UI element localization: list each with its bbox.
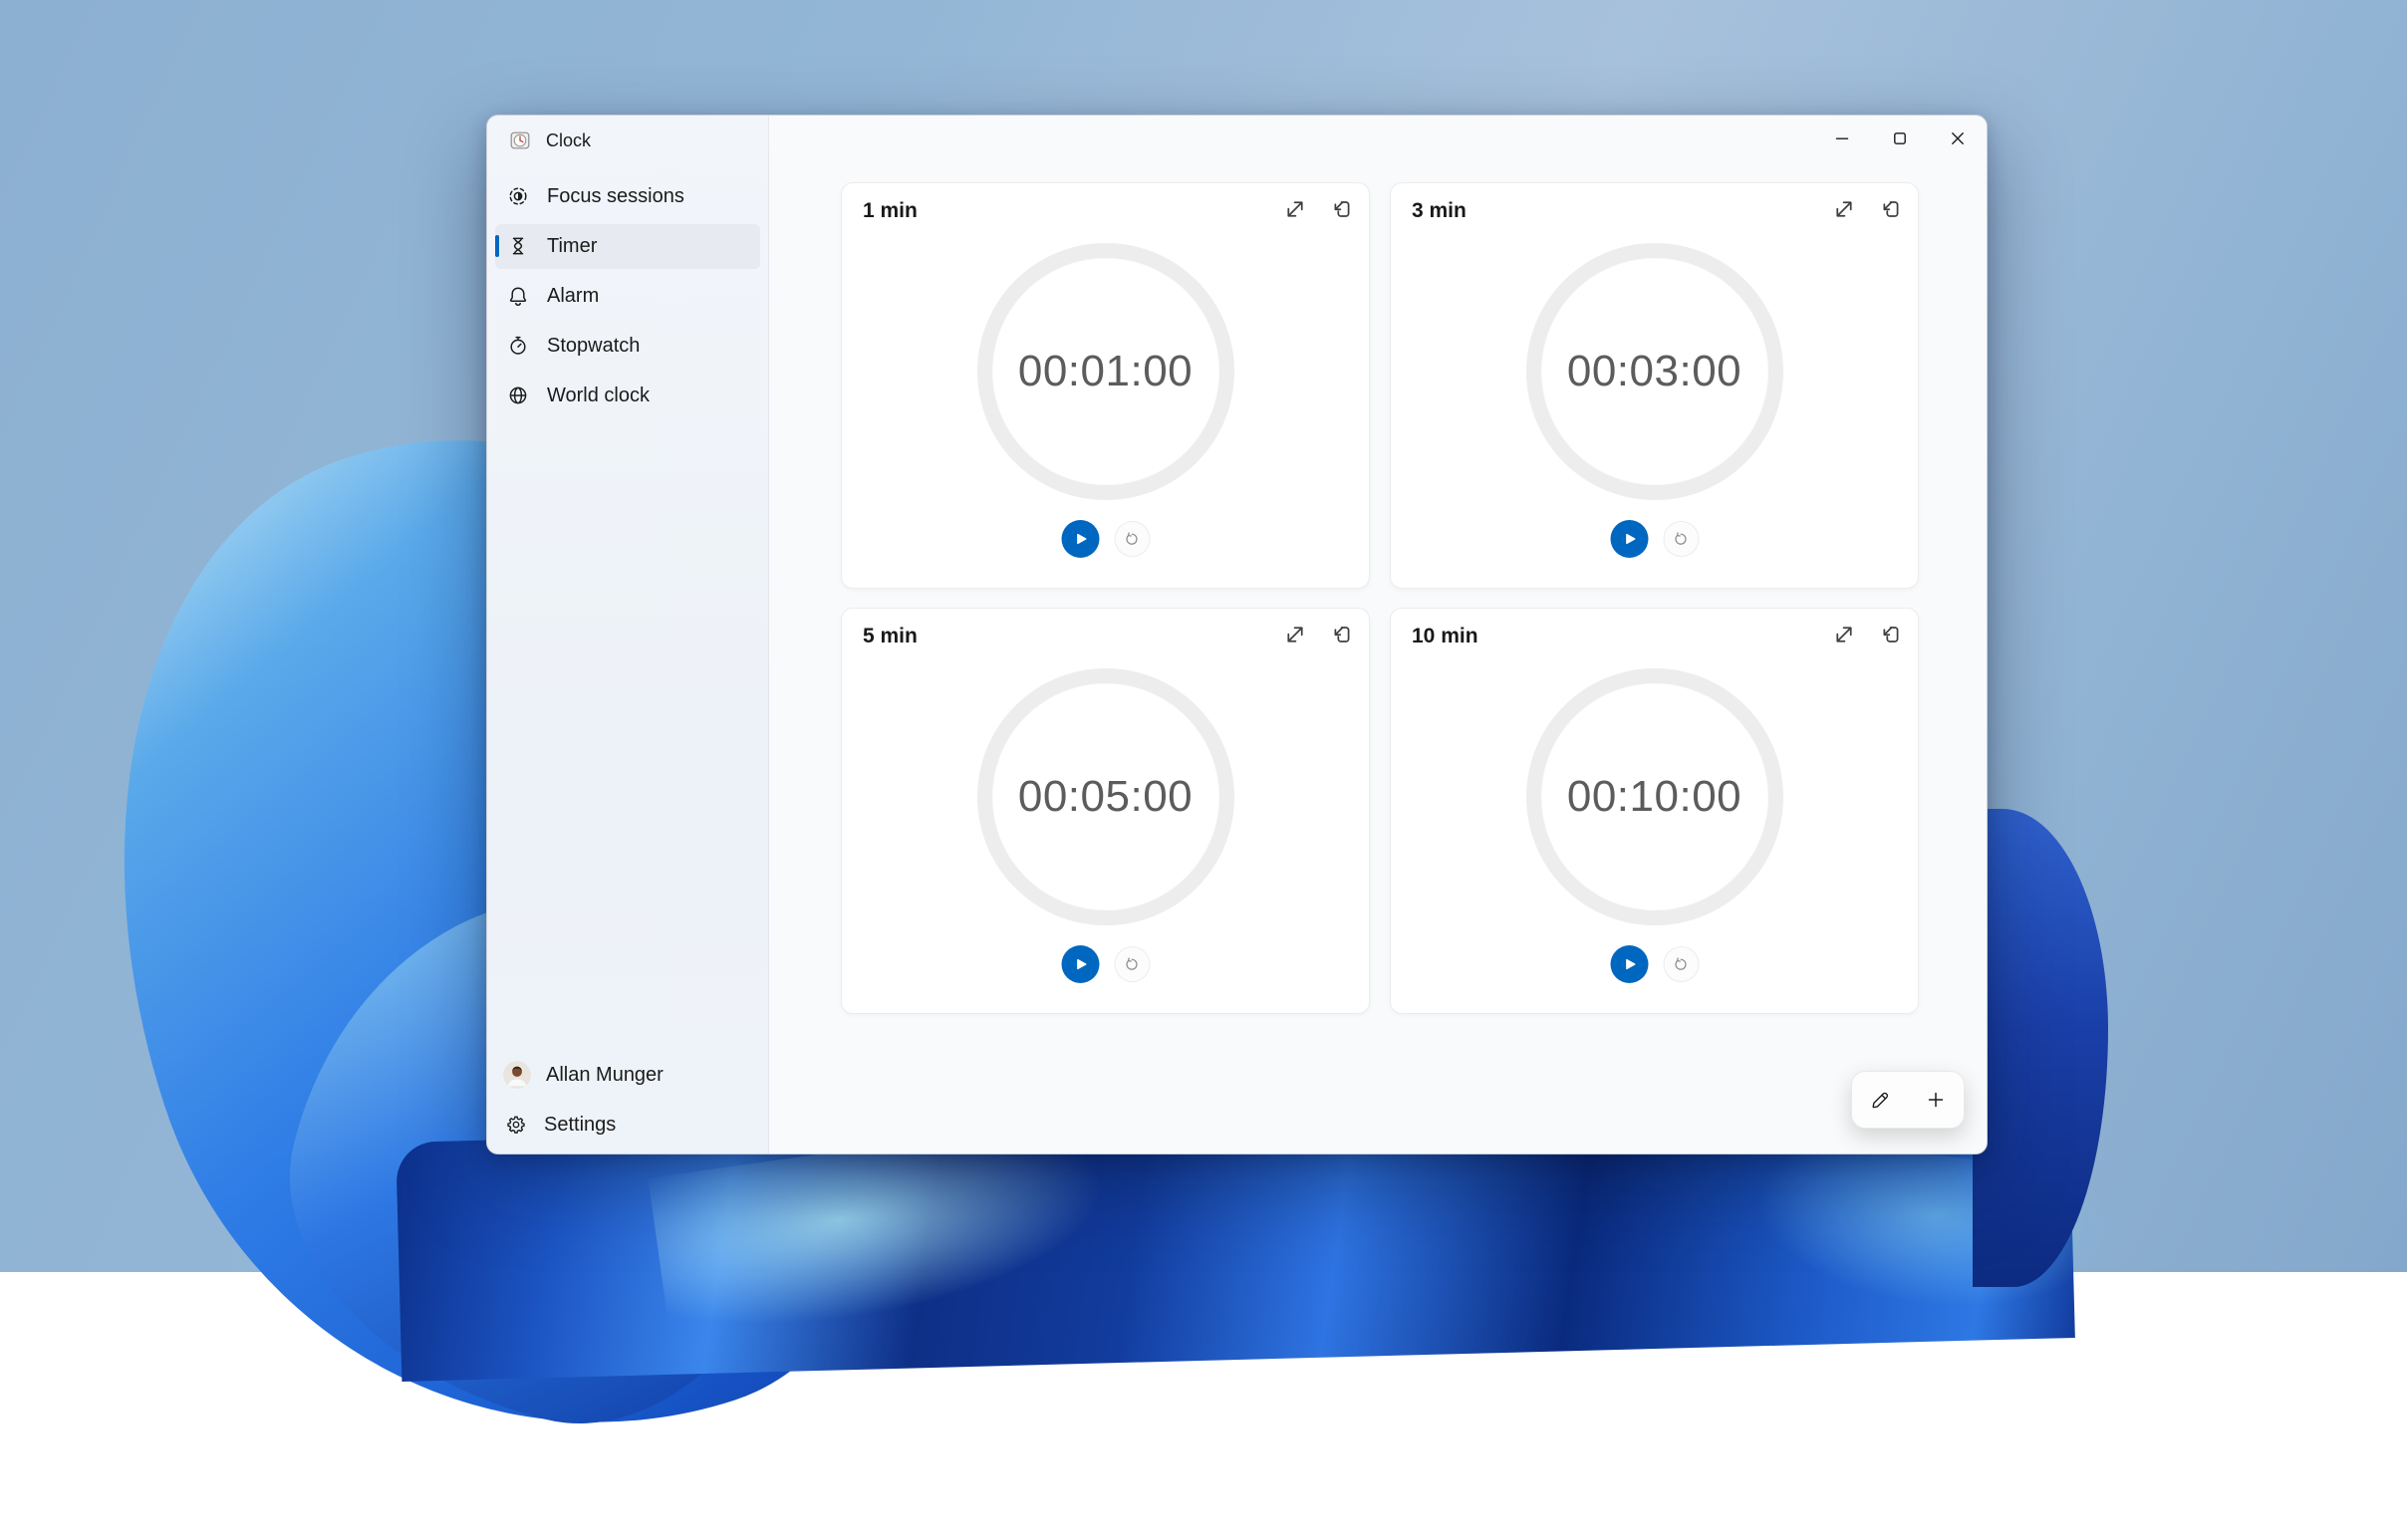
sidebar-item-label: Focus sessions <box>547 185 684 208</box>
sidebar-item-stopwatch[interactable]: Stopwatch <box>495 324 760 369</box>
expand-button[interactable] <box>1830 195 1858 223</box>
expand-icon <box>1831 622 1857 647</box>
play-icon <box>1620 955 1638 973</box>
timer-name: 1 min <box>863 199 918 223</box>
play-icon <box>1620 530 1638 548</box>
sidebar-item-settings[interactable]: Settings <box>495 1100 760 1150</box>
timer-card-actions <box>1830 621 1904 648</box>
timer-time-display: 00:01:00 <box>1018 347 1193 396</box>
timer-time-display: 00:03:00 <box>1567 347 1741 396</box>
reset-timer-button[interactable] <box>1663 946 1699 982</box>
reset-icon <box>1124 956 1141 973</box>
keep-on-top-icon <box>1328 622 1354 647</box>
start-timer-button[interactable] <box>1610 945 1648 983</box>
timer-card-actions <box>1281 621 1355 648</box>
globe-icon <box>505 383 531 408</box>
timer-controls <box>1061 520 1150 558</box>
timer-card-5min: 5 min 00:05:00 <box>841 608 1370 1014</box>
expand-button[interactable] <box>1281 621 1309 648</box>
sidebar-bottom: Allan Munger Settings <box>487 1050 768 1154</box>
focus-sessions-icon <box>505 183 531 209</box>
settings-label: Settings <box>544 1114 616 1137</box>
keep-on-top-icon <box>1877 196 1903 222</box>
expand-button[interactable] <box>1281 195 1309 223</box>
play-icon <box>1071 955 1089 973</box>
minimize-icon <box>1830 127 1854 150</box>
selected-accent-pill <box>495 235 499 257</box>
clock-app-icon <box>507 128 533 153</box>
user-profile-row[interactable]: Allan Munger <box>495 1050 760 1100</box>
reset-timer-button[interactable] <box>1663 521 1699 557</box>
window-caption-buttons <box>1813 116 1987 161</box>
timer-card-1min: 1 min 00:01:00 <box>841 182 1370 589</box>
avatar <box>503 1061 531 1089</box>
minimize-button[interactable] <box>1813 116 1871 161</box>
add-plus-icon <box>1924 1088 1948 1112</box>
sidebar-item-label: Alarm <box>547 285 599 308</box>
timer-controls <box>1610 520 1699 558</box>
expand-icon <box>1831 196 1857 222</box>
timer-card-3min: 3 min 00:03:00 <box>1390 182 1919 589</box>
clock-app-window: Clock Focus sessions <box>486 115 1988 1155</box>
start-timer-button[interactable] <box>1061 945 1099 983</box>
keep-on-top-icon <box>1328 196 1354 222</box>
reset-icon <box>1673 956 1690 973</box>
edit-pencil-icon <box>1868 1088 1892 1112</box>
user-name: Allan Munger <box>546 1064 664 1087</box>
timer-cards-grid: 1 min 00:01:00 <box>841 182 1919 1014</box>
play-icon <box>1071 530 1089 548</box>
reset-timer-button[interactable] <box>1114 521 1150 557</box>
expand-icon <box>1282 622 1308 647</box>
timer-name: 10 min <box>1412 625 1478 648</box>
gear-icon <box>503 1112 529 1138</box>
timer-progress-ring: 00:05:00 <box>977 668 1234 925</box>
close-button[interactable] <box>1929 116 1987 161</box>
hourglass-icon <box>505 233 531 259</box>
timer-footer-toolbar <box>1851 1071 1965 1129</box>
add-timer-button[interactable] <box>1908 1072 1964 1128</box>
sidebar-nav: Focus sessions Timer <box>487 171 768 420</box>
sidebar-item-label: World clock <box>547 385 650 407</box>
timer-progress-ring: 00:01:00 <box>977 243 1234 500</box>
expand-icon <box>1282 196 1308 222</box>
reset-icon <box>1124 531 1141 548</box>
start-timer-button[interactable] <box>1061 520 1099 558</box>
main-content: 1 min 00:01:00 <box>769 116 1987 1154</box>
maximize-icon <box>1888 127 1912 150</box>
timer-time-display: 00:05:00 <box>1018 772 1193 822</box>
sidebar-item-timer[interactable]: Timer <box>495 224 760 269</box>
timer-progress-ring: 00:03:00 <box>1526 243 1783 500</box>
expand-button[interactable] <box>1830 621 1858 648</box>
sidebar-item-label: Stopwatch <box>547 335 640 358</box>
timer-card-actions <box>1281 195 1355 223</box>
sidebar-item-label: Timer <box>547 235 597 258</box>
bell-icon <box>505 283 531 309</box>
edit-timers-button[interactable] <box>1852 1072 1908 1128</box>
keep-on-top-button[interactable] <box>1876 621 1904 648</box>
reset-timer-button[interactable] <box>1114 946 1150 982</box>
keep-on-top-button[interactable] <box>1327 621 1355 648</box>
timer-time-display: 00:10:00 <box>1567 772 1741 822</box>
reset-icon <box>1673 531 1690 548</box>
timer-progress-ring: 00:10:00 <box>1526 668 1783 925</box>
start-timer-button[interactable] <box>1610 520 1648 558</box>
timer-card-actions <box>1830 195 1904 223</box>
timer-controls <box>1610 945 1699 983</box>
keep-on-top-button[interactable] <box>1327 195 1355 223</box>
sidebar-item-focus-sessions[interactable]: Focus sessions <box>495 174 760 219</box>
timer-name: 3 min <box>1412 199 1467 223</box>
timer-controls <box>1061 945 1150 983</box>
maximize-button[interactable] <box>1871 116 1929 161</box>
close-icon <box>1946 127 1970 150</box>
timer-name: 5 min <box>863 625 918 648</box>
stopwatch-icon <box>505 333 531 359</box>
app-title-row: Clock <box>487 116 768 165</box>
sidebar-item-world-clock[interactable]: World clock <box>495 374 760 418</box>
sidebar: Clock Focus sessions <box>487 116 769 1154</box>
timer-card-10min: 10 min 00:10:00 <box>1390 608 1919 1014</box>
sidebar-item-alarm[interactable]: Alarm <box>495 274 760 319</box>
window-title: Clock <box>546 130 591 151</box>
keep-on-top-button[interactable] <box>1876 195 1904 223</box>
keep-on-top-icon <box>1877 622 1903 647</box>
